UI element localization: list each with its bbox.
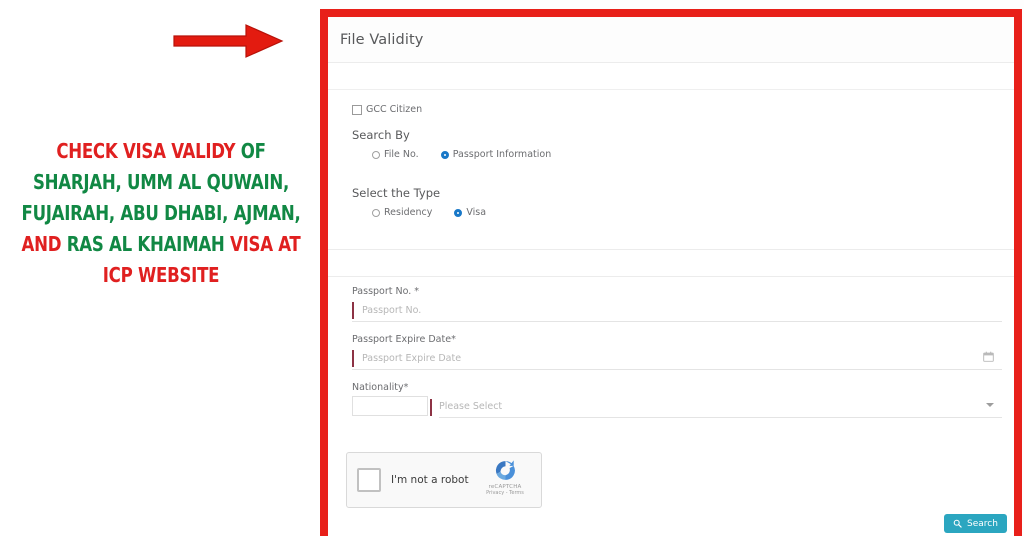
promo-headline: CHECK VISA VALIDY OF SHARJAH, UMM AL QUW… — [22, 136, 301, 291]
chevron-down-icon[interactable] — [986, 403, 994, 407]
headline-line-3: FUJAIRAH, ABU DHABI, AJMAN, — [22, 198, 301, 229]
search-by-group: Search By File No. Passport Information — [352, 128, 1014, 160]
right-arrow-icon — [173, 24, 284, 58]
radio-option-passport-information[interactable]: Passport Information — [440, 149, 552, 160]
passport-no-input[interactable]: Passport No. — [352, 300, 1002, 322]
radio-label: Visa — [466, 207, 487, 218]
headline-seg: FUJAIRAH, ABU DHABI, AJMAN, — [21, 201, 301, 225]
headline-seg: RAS AL KHAIMAH — [66, 232, 231, 256]
search-button-label: Search — [967, 518, 998, 529]
field-nationality: Nationality* Please Select — [352, 382, 1002, 418]
headline-seg: OF — [240, 139, 266, 163]
panel-header: File Validity — [328, 17, 1014, 63]
page-title: File Validity — [340, 31, 424, 48]
headline-seg: VISA AT — [230, 232, 301, 256]
search-icon — [953, 519, 962, 528]
nationality-row: Please Select — [352, 396, 1002, 418]
radio-icon-selected[interactable] — [440, 150, 449, 159]
radio-option-residency[interactable]: Residency — [372, 207, 432, 218]
radio-label: Residency — [384, 207, 433, 218]
select-placeholder: Please Select — [439, 401, 503, 412]
form-top-section: GCC Citizen Search By File No. Passport … — [328, 90, 1014, 218]
input-placeholder: Passport Expire Date — [362, 353, 462, 364]
radio-option-file-no[interactable]: File No. — [372, 149, 419, 160]
recaptcha-area: I'm not a robot reCAPTCHA Privacy - Term… — [328, 430, 1014, 508]
radio-icon-selected[interactable] — [454, 208, 463, 217]
recaptcha-checkbox[interactable] — [357, 468, 381, 492]
highlight-frame: File Validity GCC Citizen Search By File… — [320, 9, 1022, 536]
headline-seg: CHECK VISA VALIDY — [56, 139, 241, 163]
nationality-code-input[interactable] — [352, 396, 428, 416]
passport-expire-date-input[interactable]: Passport Expire Date — [352, 348, 1002, 370]
recaptcha-legal-links[interactable]: Privacy - Terms — [476, 490, 534, 496]
select-type-options: Residency Visa — [352, 207, 1014, 218]
recaptcha-widget[interactable]: I'm not a robot reCAPTCHA Privacy - Term… — [346, 452, 542, 508]
checkbox-icon[interactable] — [352, 104, 362, 115]
radio-option-visa[interactable]: Visa — [454, 207, 486, 218]
search-by-title: Search By — [352, 128, 410, 142]
radio-icon[interactable] — [372, 150, 380, 159]
field-accent-bar — [430, 398, 432, 416]
field-label: Passport No. * — [352, 286, 420, 297]
headline-line-2: SHARJAH, UMM AL QUWAIN, — [22, 167, 301, 198]
search-by-options: File No. Passport Information — [352, 149, 1014, 160]
radio-label: Passport Information — [452, 149, 552, 160]
headline-seg: AND — [21, 232, 67, 256]
headline-line-5: ICP WEBSITE — [22, 260, 301, 291]
input-placeholder: Passport No. — [362, 305, 422, 316]
radio-label: File No. — [384, 149, 419, 160]
radio-icon[interactable] — [372, 208, 380, 217]
field-passport-no: Passport No. * Passport No. — [352, 286, 1002, 322]
gcc-citizen-row[interactable]: GCC Citizen — [352, 104, 1014, 115]
select-type-title: Select the Type — [352, 186, 441, 200]
section-divider — [328, 249, 1014, 250]
headline-line-1: CHECK VISA VALIDY OF — [22, 136, 301, 167]
recaptcha-label: I'm not a robot — [391, 474, 469, 486]
headline-seg: SHARJAH, UMM AL QUWAIN, — [32, 170, 290, 194]
recaptcha-logo-icon — [495, 460, 515, 480]
headline-seg: ICP WEBSITE — [102, 263, 220, 287]
select-type-group: Select the Type Residency Visa — [352, 186, 1014, 218]
gcc-citizen-label: GCC Citizen — [366, 104, 423, 115]
field-label: Passport Expire Date* — [352, 334, 456, 345]
nationality-select[interactable]: Please Select — [439, 396, 1002, 418]
recaptcha-brand: reCAPTCHA Privacy - Terms — [476, 458, 534, 496]
form-fields: Passport No. * Passport No. Passport Exp… — [328, 277, 1014, 418]
file-validity-form-panel: File Validity GCC Citizen Search By File… — [328, 17, 1014, 536]
search-button[interactable]: Search — [944, 514, 1007, 533]
field-label: Nationality* — [352, 382, 409, 393]
promo-panel: CHECK VISA VALIDY OF SHARJAH, UMM AL QUW… — [0, 0, 320, 536]
calendar-icon[interactable] — [983, 351, 994, 362]
headline-line-4: AND RAS AL KHAIMAH VISA AT — [22, 229, 301, 260]
field-passport-expire-date: Passport Expire Date* Passport Expire Da… — [352, 334, 1002, 370]
field-accent-bar — [352, 350, 354, 367]
panel-subheader — [328, 63, 1014, 90]
field-accent-bar — [352, 302, 354, 319]
